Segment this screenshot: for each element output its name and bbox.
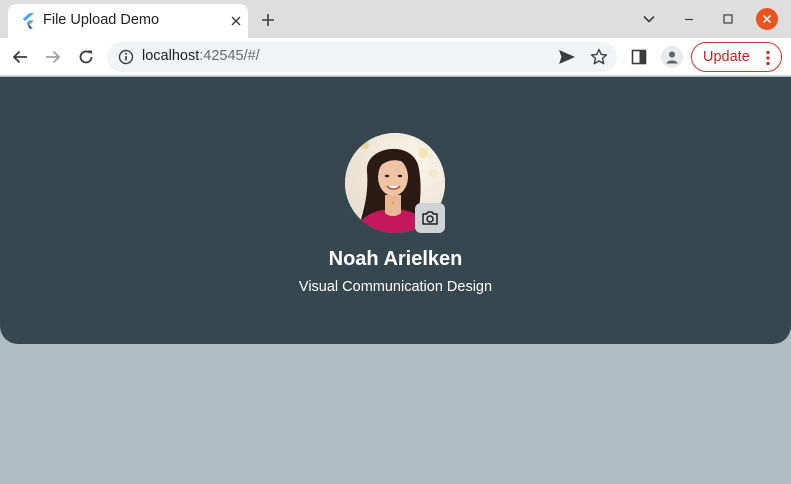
update-button[interactable]: Update xyxy=(691,42,782,72)
send-tab-icon[interactable] xyxy=(558,49,576,65)
tab-search-chevron-icon[interactable] xyxy=(638,8,660,30)
profile-header: Noah Arielken Visual Communication Desig… xyxy=(0,77,791,344)
url-text[interactable]: localhost:42545/#/ xyxy=(142,48,260,64)
url-host: localhost xyxy=(142,48,200,64)
change-photo-button[interactable] xyxy=(415,203,445,233)
browser-tabstrip: File Upload Demo xyxy=(0,0,791,38)
profile-icon[interactable] xyxy=(661,46,683,68)
side-panel-icon[interactable] xyxy=(631,49,647,65)
minimize-icon[interactable] xyxy=(678,8,700,30)
forward-arrow-icon[interactable] xyxy=(43,47,63,67)
flutter-icon xyxy=(22,13,34,29)
window-close-icon[interactable] xyxy=(756,8,778,30)
profile-name: Noah Arielken xyxy=(328,248,463,270)
close-tab-icon[interactable] xyxy=(228,13,244,29)
site-info-icon[interactable] xyxy=(118,49,134,65)
profile-subtitle: Visual Communication Design xyxy=(298,279,493,295)
page-body: Noah Arielken Visual Communication Desig… xyxy=(0,77,791,484)
bookmark-star-icon[interactable] xyxy=(590,48,608,66)
maximize-icon[interactable] xyxy=(717,8,739,30)
browser-tab[interactable]: File Upload Demo xyxy=(8,4,248,38)
camera-icon xyxy=(422,211,438,225)
update-label: Update xyxy=(703,49,750,65)
more-vert-icon[interactable] xyxy=(765,50,771,66)
new-tab-icon[interactable] xyxy=(258,10,278,30)
address-bar[interactable]: localhost:42545/#/ xyxy=(107,42,617,72)
back-arrow-icon[interactable] xyxy=(10,47,30,67)
url-path: :42545/#/ xyxy=(199,48,260,64)
tab-title: File Upload Demo xyxy=(43,12,160,28)
reload-icon[interactable] xyxy=(76,47,96,67)
